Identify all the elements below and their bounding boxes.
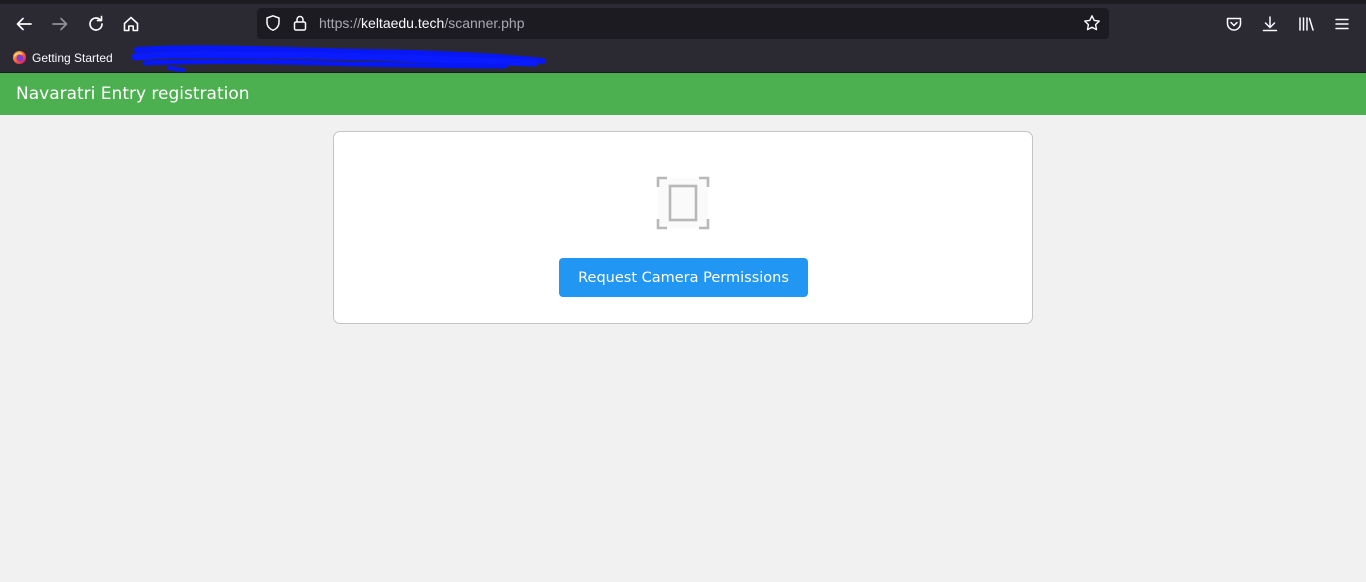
library-icon [1299,17,1314,31]
bookmark-star-icon[interactable] [1083,14,1101,32]
downloads-button[interactable] [1259,13,1281,35]
browser-toolbar: https://keltaedu.tech/scanner.php Gettin… [0,0,1366,72]
request-camera-permissions-button[interactable]: Request Camera Permissions [559,258,808,297]
hamburger-menu-icon [1335,18,1349,30]
url-prefix: https:// [319,15,362,31]
qr-scan-frame-icon [656,176,710,230]
firefox-icon [12,50,27,65]
pocket-button[interactable] [1223,13,1245,35]
app-header: Navaratri Entry registration [0,72,1366,115]
pocket-icon [1226,17,1242,31]
library-button[interactable] [1295,13,1317,35]
bookmark-getting-started[interactable]: Getting Started [12,50,113,65]
download-icon [1262,16,1278,32]
forward-button[interactable] [49,13,71,35]
back-button[interactable] [13,13,35,35]
address-bar[interactable]: https://keltaedu.tech/scanner.php [257,8,1109,39]
page-title: Navaratri Entry registration [16,84,250,104]
tab-strip [0,0,1366,4]
lock-icon[interactable] [291,14,309,32]
menu-button[interactable] [1331,13,1353,35]
reload-icon [89,15,103,31]
redaction-scribble [131,45,545,72]
qr-scanner-card: Request Camera Permissions [333,131,1033,324]
url-text[interactable]: https://keltaedu.tech/scanner.php [319,15,525,31]
forward-arrow-icon [52,17,68,31]
url-host: keltaedu.tech [361,15,445,31]
back-arrow-icon [16,17,32,31]
reload-button[interactable] [85,13,107,35]
tracking-protection-shield-icon[interactable] [264,14,282,32]
url-path: /scanner.php [444,15,525,31]
bookmark-label: Getting Started [32,50,113,65]
home-icon [123,16,139,32]
home-button[interactable] [120,13,142,35]
